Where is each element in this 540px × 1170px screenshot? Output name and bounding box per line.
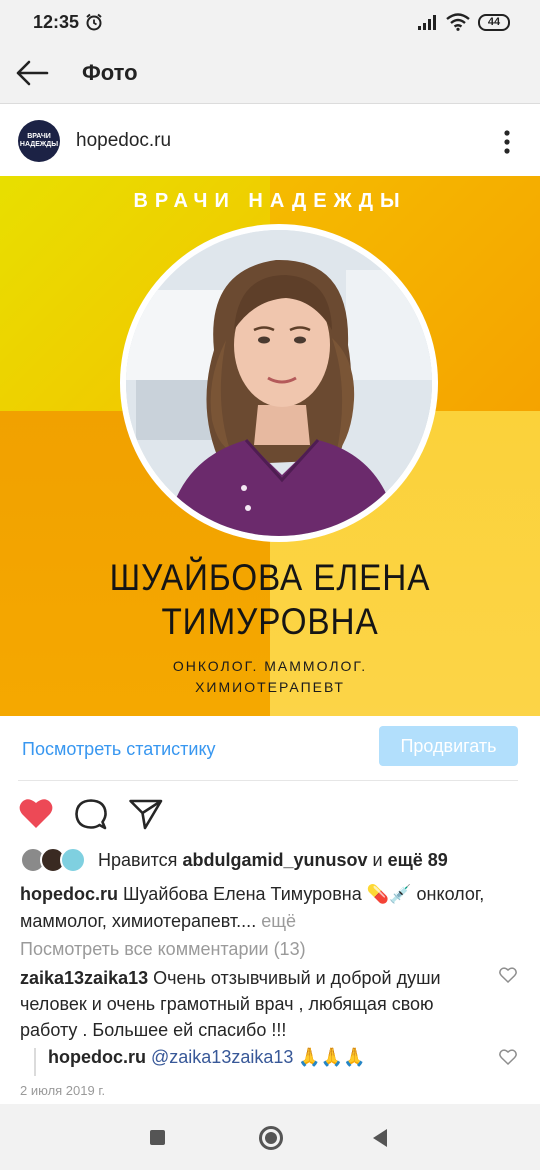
banner-brand: ВРАЧИ НАДЕЖДЫ: [133, 190, 407, 212]
arrow-left-icon[interactable]: [14, 58, 50, 88]
reply-emoji: 🙏🙏🙏: [298, 1047, 366, 1067]
system-nav-bar: [0, 1104, 540, 1170]
post-date: 2 июля 2019 г.: [20, 1083, 106, 1098]
comment-username[interactable]: zaika13zaika13: [20, 968, 148, 988]
app-header: Фото: [0, 46, 540, 104]
battery-icon: 44: [478, 14, 510, 31]
doctor-name-line1: ШУАЙБОВА ЕЛЕНА: [109, 557, 431, 598]
likers-avatars[interactable]: [20, 847, 88, 873]
doctor-portrait-illustration: [126, 230, 432, 536]
avatar[interactable]: ВРАЧИ НАДЕЖДЫ: [18, 120, 60, 162]
doctor-specialty-line2: ХИМИОТЕРАПЕВТ: [195, 679, 345, 695]
doctor-name: ШУАЙБОВА ЕЛЕНА ТИМУРОВНА: [27, 556, 513, 644]
paper-plane-icon[interactable]: [128, 797, 164, 831]
comment-like-heart-icon[interactable]: [499, 967, 517, 983]
alarm-icon: [86, 13, 102, 31]
heart-filled-icon[interactable]: [18, 796, 54, 830]
status-time: 12:35: [33, 12, 80, 32]
doctor-specialty-line1: ОНКОЛОГ. МАММОЛОГ.: [172, 658, 368, 674]
doctor-name-line2: ТИМУРОВНА: [161, 601, 379, 642]
post-caption: hopedoc.ru Шуайбова Елена Тимуровна 💊💉 о…: [20, 881, 525, 935]
caption-username[interactable]: hopedoc.ru: [20, 884, 118, 904]
reply-thread-line: [34, 1048, 36, 1076]
post-image[interactable]: ВРАЧИ НАДЕЖДЫ ШУАЙБОВА ЕЛЕНА ТИМУРОВНА О…: [0, 176, 540, 716]
reply: hopedoc.ru @zaika13zaika13 🙏🙏🙏: [48, 1047, 366, 1068]
promote-button[interactable]: Продвигать: [379, 726, 518, 766]
view-insights-link[interactable]: Посмотреть статистику: [22, 739, 216, 760]
recent-apps-icon[interactable]: [150, 1130, 165, 1145]
reply-like-heart-icon[interactable]: [499, 1049, 517, 1065]
home-icon[interactable]: [259, 1126, 283, 1150]
view-all-comments-link[interactable]: Посмотреть все комментарии (13): [20, 939, 306, 960]
insights-bar: Посмотреть статистику Продвигать: [0, 716, 540, 781]
avatar-text: ВРАЧИ НАДЕЖДЫ: [19, 133, 59, 148]
comment: zaika13zaika13 Очень отзывчивый и доброй…: [20, 965, 492, 1043]
divider: [18, 780, 518, 781]
nav-back-triangle-icon[interactable]: [372, 1128, 388, 1148]
reply-username[interactable]: hopedoc.ru: [48, 1047, 146, 1067]
likes-summary[interactable]: Нравится abdulgamid_yunusov и ещё 89: [98, 850, 448, 871]
more-vertical-icon[interactable]: [498, 126, 516, 158]
battery-level: 44: [487, 16, 501, 28]
liker-avatar: [60, 847, 86, 873]
reply-mention[interactable]: @zaika13zaika13: [151, 1047, 293, 1067]
likes-conjunction: и: [372, 850, 383, 870]
likes-prefix: Нравится: [98, 850, 178, 870]
doctor-photo-frame: [120, 224, 438, 542]
doctor-specialty: ОНКОЛОГ. МАММОЛОГ. ХИМИОТЕРАПЕВТ: [0, 656, 540, 698]
caption-more-link[interactable]: ещё: [261, 911, 296, 931]
account-name[interactable]: hopedoc.ru: [76, 130, 171, 152]
liker-username[interactable]: abdulgamid_yunusov: [182, 850, 367, 870]
page-title: Фото: [82, 60, 138, 85]
doctor-photo: [126, 230, 432, 536]
post-header: ВРАЧИ НАДЕЖДЫ hopedoc.ru: [0, 104, 540, 176]
signal-icon: [418, 15, 436, 30]
status-bar: 12:35 44: [0, 0, 540, 46]
wifi-icon: [446, 13, 470, 31]
comment-bubble-icon[interactable]: [74, 797, 108, 831]
likes-more-count[interactable]: ещё 89: [388, 850, 448, 870]
